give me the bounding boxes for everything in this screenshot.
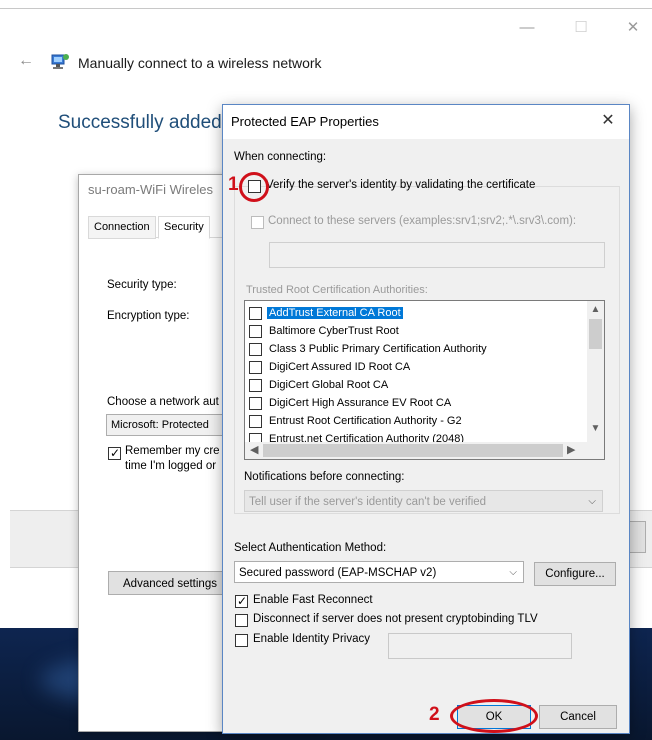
annotation-ring-2 xyxy=(450,699,538,733)
minimize-icon[interactable]: — xyxy=(510,18,544,38)
connect-servers-checkbox[interactable] xyxy=(251,216,264,229)
ca-list-item[interactable]: DigiCert High Assurance EV Root CA xyxy=(249,394,453,412)
identity-privacy-input[interactable] xyxy=(388,633,572,659)
disconnect-cryptobinding-label: Disconnect if server does not present cr… xyxy=(253,613,538,625)
auth-method-combo[interactable]: Secured password (EAP-MSCHAP v2) ⌵ xyxy=(234,561,524,583)
tab-security[interactable]: Security xyxy=(158,216,210,239)
ca-list-item[interactable]: AddTrust External CA Root xyxy=(249,304,403,322)
ca-list-horizontal-scrollbar[interactable]: ◀ ▶ xyxy=(245,442,604,459)
select-auth-method-label: Select Authentication Method: xyxy=(234,542,387,554)
ca-list-vertical-scrollbar[interactable]: ▲ ▼ xyxy=(587,301,604,442)
peap-dialog-title: Protected EAP Properties xyxy=(231,114,379,129)
cancel-button[interactable]: Cancel xyxy=(539,705,617,729)
scroll-down-icon[interactable]: ▼ xyxy=(587,423,604,434)
ca-item-label: Class 3 Public Primary Certification Aut… xyxy=(269,343,487,355)
close-icon[interactable]: ✕ xyxy=(616,18,650,38)
close-icon[interactable]: ✕ xyxy=(596,110,620,130)
fast-reconnect-checkbox[interactable] xyxy=(235,594,248,608)
ca-item-checkbox[interactable] xyxy=(249,396,262,410)
verify-server-label: Verify the server's identity by validati… xyxy=(266,179,536,191)
advanced-settings-button[interactable]: Advanced settings xyxy=(108,571,238,595)
when-connecting-label: When connecting: xyxy=(234,151,327,163)
ca-list-item[interactable]: Entrust Root Certification Authority - G… xyxy=(249,412,464,430)
remember-credentials-label-2: time I'm logged or xyxy=(125,460,217,472)
chevron-down-icon: ⌵ xyxy=(588,496,596,507)
back-arrow-icon[interactable]: ← xyxy=(18,52,34,70)
annotation-ring-1 xyxy=(239,172,269,202)
ca-item-checkbox[interactable] xyxy=(249,306,262,320)
trusted-ca-label: Trusted Root Certification Authorities: xyxy=(246,284,428,296)
wizard-title: Manually connect to a wireless network xyxy=(78,55,322,71)
disconnect-cryptobinding-checkbox[interactable] xyxy=(235,614,248,627)
scroll-thumb[interactable] xyxy=(263,444,563,457)
remember-credentials-label: Remember my cre xyxy=(125,445,220,457)
ca-item-label: Baltimore CyberTrust Root xyxy=(269,325,399,337)
wireless-properties-title: su-roam-WiFi Wireles xyxy=(88,182,213,197)
notifications-select[interactable]: Tell user if the server's identity can't… xyxy=(244,490,603,512)
ca-item-checkbox[interactable] xyxy=(249,414,262,428)
encryption-type-label: Encryption type: xyxy=(107,310,190,322)
security-type-label: Security type: xyxy=(107,279,177,291)
ca-list-item[interactable]: DigiCert Global Root CA xyxy=(249,376,390,394)
ca-item-checkbox[interactable] xyxy=(249,378,262,392)
notifications-label: Notifications before connecting: xyxy=(244,471,405,483)
ca-item-label: DigiCert High Assurance EV Root CA xyxy=(269,397,452,409)
ca-item-label: Entrust Root Certification Authority - G… xyxy=(269,415,462,427)
scroll-up-icon[interactable]: ▲ xyxy=(587,304,604,315)
notifications-value: Tell user if the server's identity can't… xyxy=(249,496,487,508)
annotation-step-2: 2 xyxy=(429,704,440,725)
ca-list-item[interactable]: DigiCert Assured ID Root CA xyxy=(249,358,412,376)
choose-auth-label: Choose a network aut xyxy=(107,396,219,408)
maximize-icon[interactable]: ☐ xyxy=(564,18,598,38)
configure-button[interactable]: Configure... xyxy=(534,562,616,586)
servers-input[interactable] xyxy=(269,242,605,268)
ca-item-checkbox[interactable] xyxy=(249,342,262,356)
trusted-ca-list[interactable]: AddTrust External CA Root Baltimore Cyber… xyxy=(244,300,605,460)
ca-item-checkbox[interactable] xyxy=(249,324,262,338)
ca-item-checkbox[interactable] xyxy=(249,360,262,374)
success-message: Successfully added su xyxy=(58,112,248,133)
ca-item-label: DigiCert Assured ID Root CA xyxy=(269,361,411,373)
scroll-right-icon[interactable]: ▶ xyxy=(567,443,575,456)
ca-list-item[interactable]: Baltimore CyberTrust Root xyxy=(249,322,401,340)
wireless-network-icon xyxy=(50,52,70,70)
ca-item-label: AddTrust External CA Root xyxy=(267,307,403,319)
chevron-down-icon: ⌵ xyxy=(509,567,517,578)
ca-item-label: DigiCert Global Root CA xyxy=(269,379,389,391)
fast-reconnect-label: Enable Fast Reconnect xyxy=(253,594,373,606)
window-top-edge xyxy=(0,8,652,9)
tab-connection[interactable]: Connection xyxy=(88,216,156,239)
remember-credentials-checkbox[interactable] xyxy=(108,446,121,460)
identity-privacy-label: Enable Identity Privacy xyxy=(253,633,370,645)
identity-privacy-checkbox[interactable] xyxy=(235,634,248,647)
ca-list-item[interactable]: Class 3 Public Primary Certification Aut… xyxy=(249,340,489,358)
scroll-thumb[interactable] xyxy=(589,319,602,349)
annotation-step-1: 1 xyxy=(228,174,239,195)
auth-method-value: Secured password (EAP-MSCHAP v2) xyxy=(239,567,437,579)
connect-servers-label: Connect to these servers (examples:srv1;… xyxy=(268,215,577,227)
scroll-left-icon[interactable]: ◀ xyxy=(250,443,258,456)
